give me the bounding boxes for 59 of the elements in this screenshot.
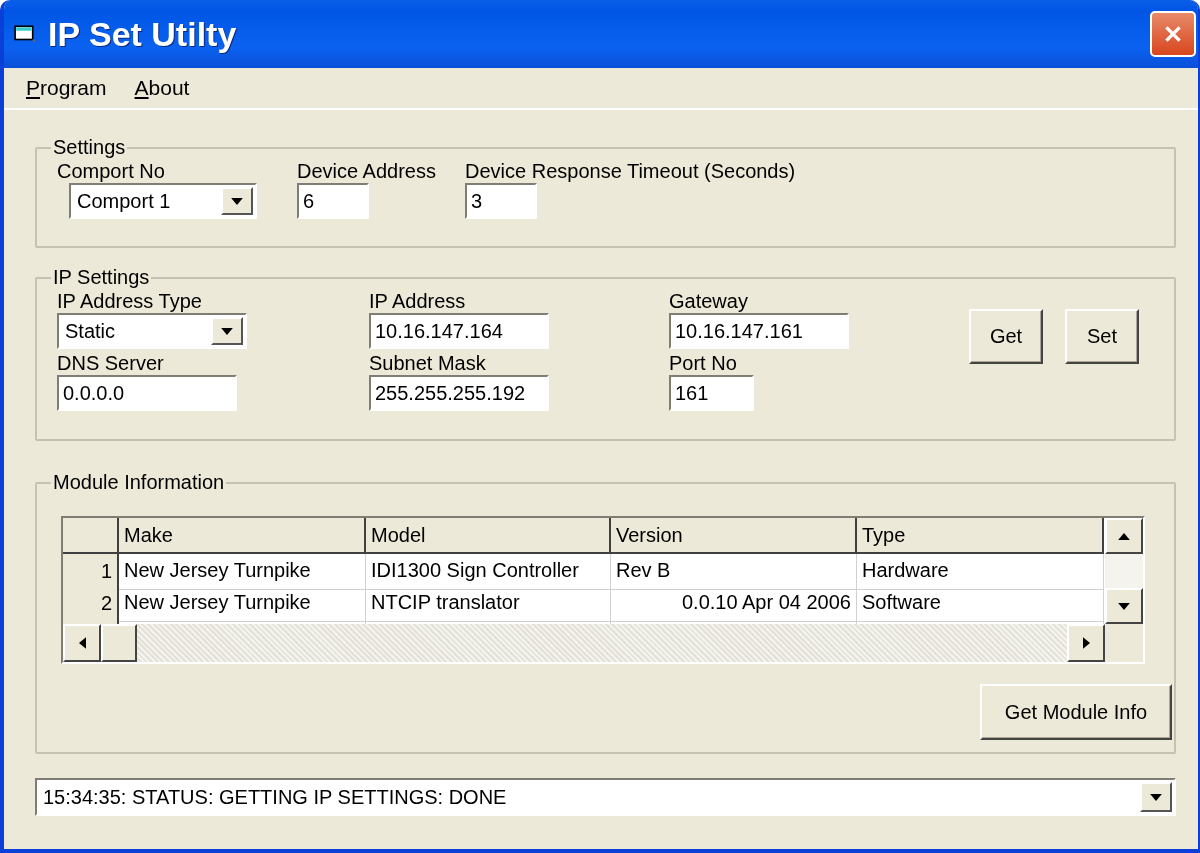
scroll-down-button[interactable] [1105, 588, 1143, 624]
group-label: Module Information [52, 471, 226, 494]
status-dropdown[interactable]: 15:34:35: STATUS: GETTING IP SETTINGS: DONE [35, 778, 1176, 816]
scroll-down-icon [1118, 602, 1130, 610]
action-button[interactable]: Get [969, 309, 1043, 364]
column-header[interactable]: Type [857, 518, 1104, 554]
scroll-up-icon [1118, 532, 1130, 540]
group-label: Settings [52, 136, 127, 159]
column-header[interactable]: Model [366, 518, 611, 554]
column-header[interactable]: Version [611, 518, 857, 554]
timeout-field[interactable]: 3 [465, 183, 537, 219]
scroll-up-button[interactable] [1105, 518, 1143, 554]
get-module-info-button[interactable]: Get Module Info [980, 684, 1172, 740]
scroll-left-button[interactable] [63, 624, 101, 662]
dns-server-field[interactable]: 0.0.0.0 [57, 375, 237, 411]
field-label: Port No [669, 351, 737, 375]
table-cell: Software [857, 586, 1104, 622]
menu-item[interactable]: Program [26, 76, 107, 100]
field-label: Subnet Mask [369, 351, 486, 375]
table-cell: NTCIP translator [366, 586, 611, 622]
field-label: IP Address Type [57, 289, 202, 313]
ip-address-field[interactable]: 10.16.147.164 [369, 313, 549, 349]
scrollbar-corner [1105, 624, 1143, 662]
comport-dropdown[interactable]: Comport 1 [69, 183, 257, 219]
gateway-field[interactable]: 10.16.147.161 [669, 313, 849, 349]
table-cell: 0.0.10 Apr 04 2006 [611, 586, 857, 622]
subnet-mask-field[interactable]: 255.255.255.192 [369, 375, 549, 411]
close-icon [1162, 23, 1184, 45]
dropdown-arrow-icon [1150, 793, 1162, 801]
window-icon [14, 25, 36, 43]
corner-cell [63, 518, 119, 554]
dropdown-arrow-icon [231, 197, 243, 205]
field-label: Device Response Timeout (Seconds) [465, 159, 796, 183]
group-label: IP Settings [52, 266, 151, 289]
scroll-thumb[interactable] [101, 624, 137, 662]
menu-item[interactable]: About [134, 76, 190, 100]
table-cell: Rev B [611, 554, 857, 590]
device-address-field[interactable]: 6 [297, 183, 369, 219]
field-label: IP Address [369, 289, 466, 313]
ip-type-dropdown[interactable]: Static [57, 313, 247, 349]
port-field[interactable]: 161 [669, 375, 754, 411]
dropdown-arrow-icon [221, 327, 233, 335]
vertical-scrollbar[interactable] [1105, 518, 1143, 624]
table-cell: New Jersey Turnpike [119, 586, 366, 622]
scroll-right-icon [1082, 637, 1090, 649]
table-cell: IDI1300 Sign Controller [366, 554, 611, 590]
column-header[interactable]: Make [119, 518, 366, 554]
window-title: IP Set Utilty [48, 14, 238, 54]
field-label: Device Address [297, 159, 436, 183]
action-button[interactable]: Set [1065, 309, 1139, 364]
scroll-right-button[interactable] [1067, 624, 1105, 662]
field-label: Comport No [57, 159, 165, 183]
field-label: Gateway [669, 289, 748, 313]
scroll-left-icon [78, 637, 86, 649]
field-label: DNS Server [57, 351, 164, 375]
table-cell: New Jersey Turnpike [119, 554, 366, 590]
close-button[interactable] [1150, 11, 1196, 57]
horizontal-scrollbar[interactable] [63, 624, 1105, 662]
table-cell: Hardware [857, 554, 1104, 590]
